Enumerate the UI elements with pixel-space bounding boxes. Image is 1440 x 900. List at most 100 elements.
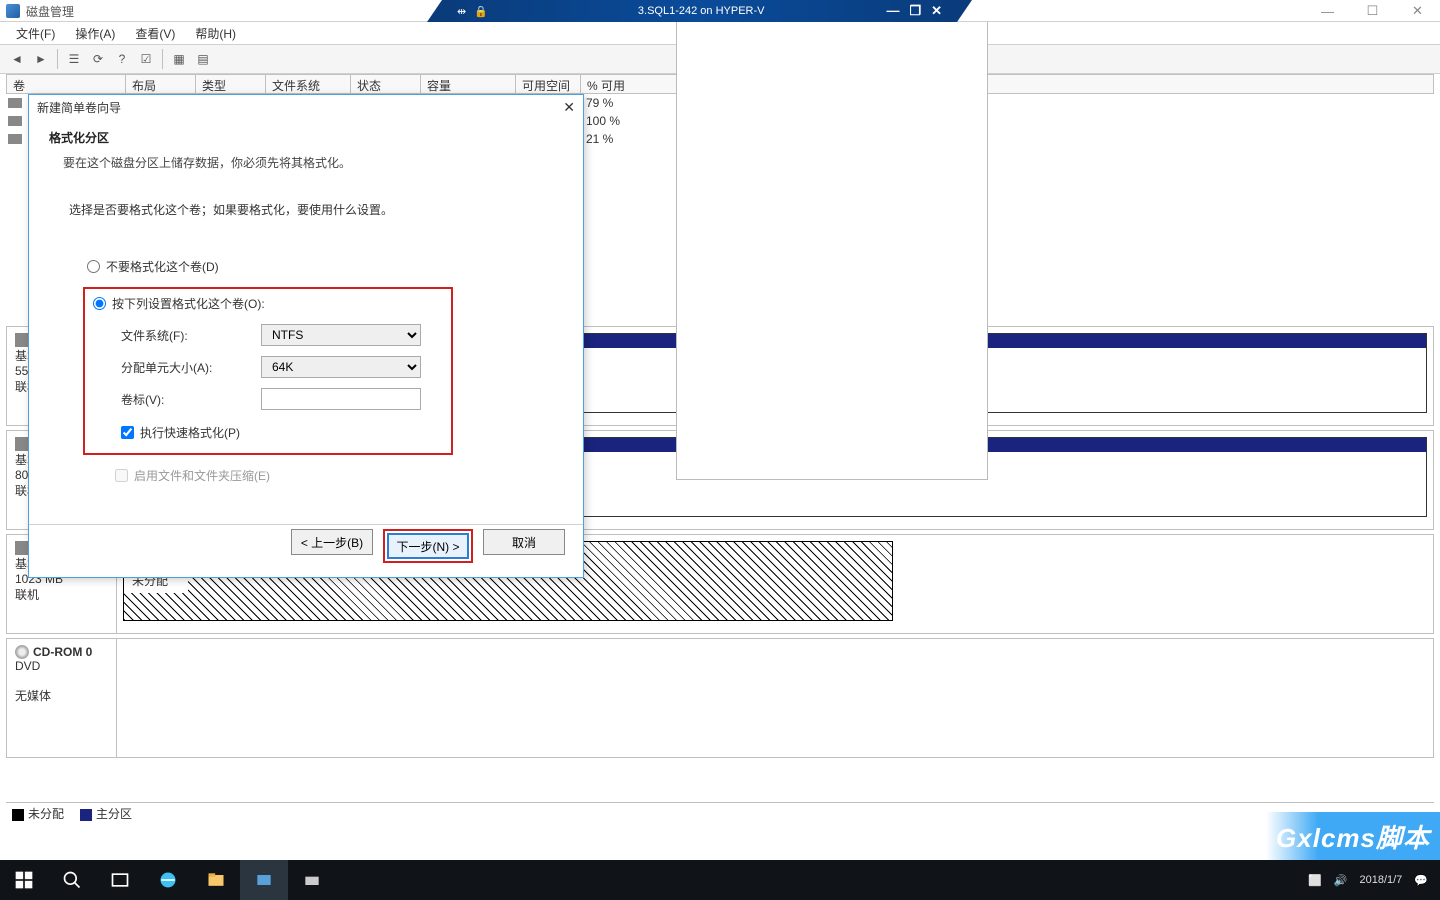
refresh-button[interactable]: ⟳ <box>87 48 109 70</box>
properties-button[interactable]: ☑ <box>135 48 157 70</box>
radio-format-label: 按下列设置格式化这个卷(O): <box>112 295 265 312</box>
pct-value: 100 % <box>586 114 620 128</box>
fs-label: 文件系统(F): <box>121 327 261 344</box>
wizard-header: 格式化分区 要在这个磁盘分区上储存数据，你必须先将其格式化。 <box>29 119 583 187</box>
vl-label: 卷标(V): <box>121 391 261 408</box>
hv-close-button[interactable]: ✕ <box>931 3 942 19</box>
disk-icon <box>15 437 29 451</box>
menu-help[interactable]: 帮助(H) <box>187 23 244 44</box>
layout1-button[interactable]: ▦ <box>168 48 190 70</box>
col-layout[interactable]: 布局 <box>126 74 196 94</box>
cdrom-graph <box>117 639 1433 757</box>
tray-date[interactable]: 2018/1/7 <box>1359 874 1402 886</box>
next-highlight: 下一步(N) > <box>383 529 473 563</box>
pin-icon[interactable]: ⇹ <box>457 5 466 18</box>
back-button[interactable]: < 上一步(B) <box>291 529 373 555</box>
outer-minimize-button[interactable]: — <box>1305 0 1350 22</box>
cd-title: CD-ROM 0 <box>33 645 92 659</box>
wizard-titlebar[interactable]: 新建简单卷向导 ✕ <box>29 95 583 119</box>
menu-action[interactable]: 操作(A) <box>67 23 123 44</box>
hv-maximize-button[interactable]: ❐ <box>909 3 921 19</box>
fs-row: 文件系统(F): NTFS <box>121 324 443 346</box>
au-row: 分配单元大小(A): 64K <box>121 356 443 378</box>
au-select[interactable]: 64K <box>261 356 421 378</box>
search-button[interactable] <box>48 860 96 900</box>
ie-icon[interactable] <box>144 860 192 900</box>
disk-mgmt-taskbar-icon[interactable] <box>288 860 336 900</box>
outer-close-button[interactable]: ✕ <box>1395 0 1440 22</box>
next-button[interactable]: 下一步(N) > <box>387 533 469 559</box>
wizard-heading: 格式化分区 <box>49 129 563 146</box>
radio-format-input[interactable] <box>93 297 106 310</box>
legend-unalloc: 未分配 <box>12 805 64 822</box>
wizard-desc: 选择是否要格式化这个卷；如果要格式化，要使用什么设置。 <box>69 201 543 218</box>
col-fs[interactable]: 文件系统 <box>266 74 351 94</box>
col-free[interactable]: 可用空间 <box>516 74 581 94</box>
wizard-body: 选择是否要格式化这个卷；如果要格式化，要使用什么设置。 不要格式化这个卷(D) … <box>29 187 583 498</box>
radio-format[interactable]: 按下列设置格式化这个卷(O): <box>93 295 443 312</box>
close-icon[interactable]: ✕ <box>563 99 575 116</box>
hyperv-titlebar: 磁盘管理 ⇹ 🔒 3.SQL1-242 on HYPER-V — ❐ ✕ — ☐… <box>0 0 1440 22</box>
forward-button[interactable]: ► <box>30 48 52 70</box>
layout2-button[interactable]: ▤ <box>192 48 214 70</box>
lock-icon: 🔒 <box>474 5 488 18</box>
disk-icon <box>15 333 29 347</box>
pct-value: 21 % <box>586 132 613 146</box>
wizard-title: 新建简单卷向导 <box>37 99 121 116</box>
app-title: 磁盘管理 <box>0 0 74 22</box>
quick-format-checkbox[interactable] <box>121 426 134 439</box>
vl-input[interactable] <box>261 388 421 410</box>
outer-window-controls: — ☐ ✕ <box>1305 0 1440 22</box>
outer-maximize-button[interactable]: ☐ <box>1350 0 1395 22</box>
cd-icon <box>15 645 29 659</box>
compress-label: 启用文件和文件夹压缩(E) <box>134 467 270 484</box>
sound-icon[interactable]: 🔊 <box>1334 874 1348 887</box>
hyperv-inner-frame <box>676 22 988 480</box>
vl-row: 卷标(V): <box>121 388 443 410</box>
radio-no-format[interactable]: 不要格式化这个卷(D) <box>87 258 543 275</box>
network-icon[interactable]: ⬜ <box>1308 874 1322 887</box>
taskview-button[interactable] <box>96 860 144 900</box>
server-manager-icon[interactable] <box>240 860 288 900</box>
menu-view[interactable]: 查看(V) <box>127 23 183 44</box>
disk-icon <box>15 541 29 555</box>
radio-no-format-input[interactable] <box>87 260 100 273</box>
col-volume[interactable]: 卷 <box>6 74 126 94</box>
help-button[interactable]: ? <box>111 48 133 70</box>
wizard-subheading: 要在这个磁盘分区上储存数据，你必须先将其格式化。 <box>49 154 563 171</box>
col-status[interactable]: 状态 <box>351 74 421 94</box>
cancel-button[interactable]: 取消 <box>483 529 565 555</box>
menu-file[interactable]: 文件(F) <box>8 23 63 44</box>
separator <box>162 49 163 69</box>
hyperv-connection-bar: ⇹ 🔒 3.SQL1-242 on HYPER-V — ❐ ✕ <box>427 0 972 22</box>
au-label: 分配单元大小(A): <box>121 359 261 376</box>
cdrom-panel: CD-ROM 0 DVD 无媒体 <box>6 638 1434 758</box>
legend-primary-swatch <box>80 809 92 821</box>
compress-checkbox <box>115 469 128 482</box>
hv-minimize-button[interactable]: — <box>886 3 899 19</box>
notification-icon[interactable]: 💬 <box>1414 874 1428 887</box>
start-button[interactable] <box>0 860 48 900</box>
view-button[interactable]: ☰ <box>63 48 85 70</box>
compress-row: 启用文件和文件夹压缩(E) <box>115 467 543 484</box>
quick-format-label: 执行快速格式化(P) <box>140 424 240 441</box>
watermark: Gxlcms脚本 <box>1266 812 1440 860</box>
cdrom-info[interactable]: CD-ROM 0 DVD 无媒体 <box>7 639 117 757</box>
back-button[interactable]: ◄ <box>6 48 28 70</box>
volume-icon <box>8 134 22 144</box>
hyperv-title: 3.SQL1-242 on HYPER-V <box>638 5 765 17</box>
fs-select[interactable]: NTFS <box>261 324 421 346</box>
highlight-box: 按下列设置格式化这个卷(O): 文件系统(F): NTFS 分配单元大小(A):… <box>83 287 453 455</box>
legend: 未分配 主分区 <box>6 802 1434 824</box>
separator <box>57 49 58 69</box>
system-tray: ⬜ 🔊 2018/1/7 💬 <box>1308 874 1440 887</box>
volume-icon <box>8 98 22 108</box>
explorer-icon[interactable] <box>192 860 240 900</box>
legend-unalloc-swatch <box>12 809 24 821</box>
quick-format-row[interactable]: 执行快速格式化(P) <box>121 424 443 441</box>
disk-mgmt-icon <box>6 4 20 18</box>
col-capacity[interactable]: 容量 <box>421 74 516 94</box>
legend-primary: 主分区 <box>80 805 132 822</box>
radio-no-format-label: 不要格式化这个卷(D) <box>106 258 219 275</box>
col-type[interactable]: 类型 <box>196 74 266 94</box>
